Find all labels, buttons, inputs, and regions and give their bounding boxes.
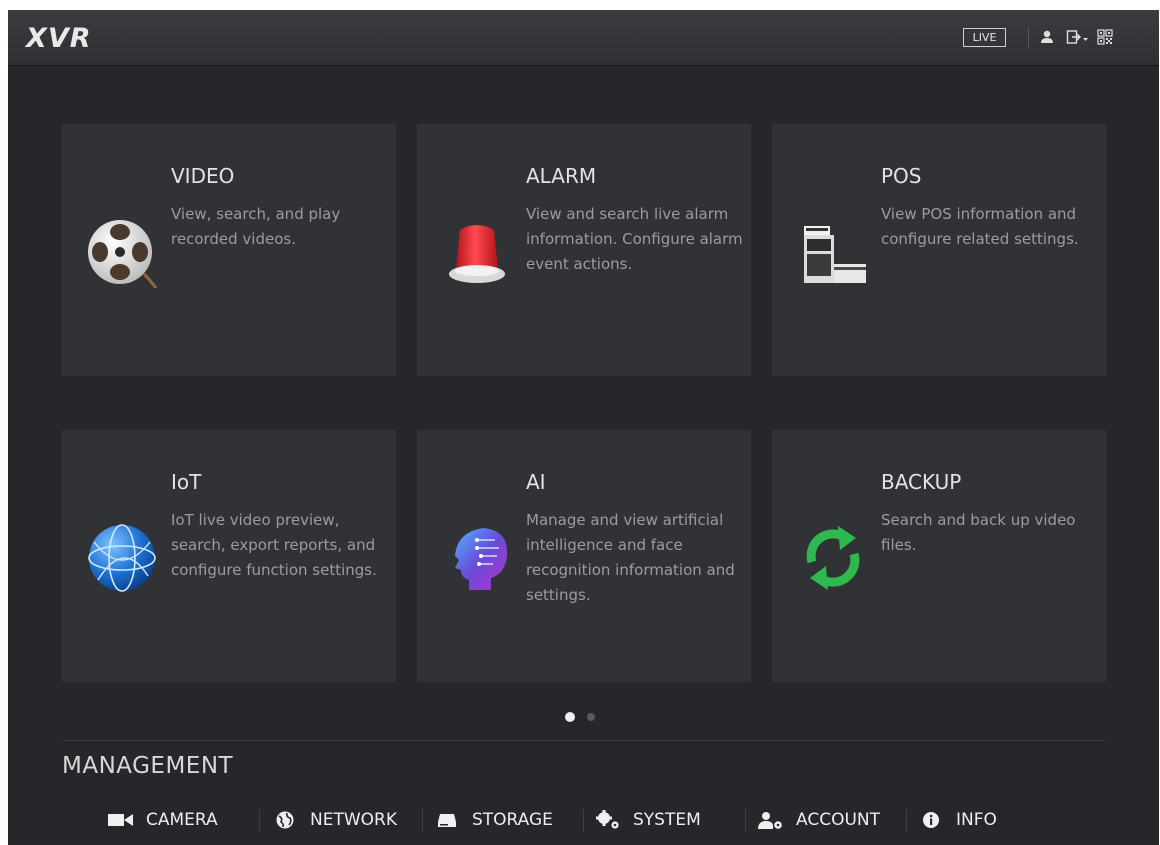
tile-iot[interactable]: IoT IoT live video preview, search, expo… (62, 430, 396, 682)
management-system[interactable]: SYSTEM (595, 807, 701, 833)
tile-description: Manage and view artificial intelligence … (526, 511, 735, 604)
gears-icon (595, 810, 621, 830)
management-label: STORAGE (472, 810, 553, 830)
live-button[interactable]: LIVE (963, 28, 1006, 47)
management-separator (259, 809, 260, 833)
network-globe-icon (272, 810, 298, 830)
tile-title: IoT (171, 470, 202, 494)
app-logo: XVR (26, 23, 92, 54)
user-settings-icon (758, 810, 784, 830)
camera-icon (108, 810, 134, 830)
management-info[interactable]: INFO (918, 807, 997, 833)
tile-description: Search and back up video files. (881, 511, 1076, 554)
management-separator (583, 809, 584, 833)
sync-arrows-icon (806, 526, 860, 590)
management-label: SYSTEM (633, 810, 701, 830)
tile-alarm[interactable]: ALARM View and search live alarm informa… (417, 124, 751, 376)
management-label: NETWORK (310, 810, 397, 830)
tile-description: View, search, and play recorded videos. (171, 205, 341, 248)
management-divider (62, 740, 1106, 741)
management-title: MANAGEMENT (62, 753, 234, 779)
management-label: CAMERA (146, 810, 218, 830)
user-icon[interactable] (1039, 29, 1055, 45)
film-reel-icon (88, 220, 158, 288)
tile-title: ALARM (526, 164, 597, 188)
page-dot-active[interactable] (565, 712, 575, 722)
hard-disk-icon (434, 810, 460, 830)
tile-description: View and search live alarm information. … (526, 205, 743, 273)
tile-title: POS (881, 164, 922, 188)
management-label: INFO (956, 810, 997, 830)
top-bar: XVR LIVE (8, 10, 1159, 66)
tile-pos[interactable]: POS View POS information and configure r… (772, 124, 1106, 376)
globe-icon (88, 524, 156, 592)
tile-title: VIDEO (171, 164, 235, 188)
management-storage[interactable]: STORAGE (434, 807, 553, 833)
management-label: ACCOUNT (796, 810, 880, 830)
alarm-siren-icon (449, 225, 505, 283)
page-dot[interactable] (587, 713, 595, 721)
ai-head-icon (455, 528, 508, 590)
management-separator (745, 809, 746, 833)
tile-video[interactable]: VIDEO View, search, and play recorded vi… (62, 124, 396, 376)
tile-title: AI (526, 470, 546, 494)
management-account[interactable]: ACCOUNT (758, 807, 880, 833)
qr-code-icon[interactable] (1097, 29, 1113, 45)
management-separator (906, 809, 907, 833)
tile-title: BACKUP (881, 470, 962, 494)
cash-register-icon (804, 226, 866, 283)
management-network[interactable]: NETWORK (272, 807, 397, 833)
tile-ai[interactable]: AI Manage and view artificial intelligen… (417, 430, 751, 682)
management-separator (422, 809, 423, 833)
management-camera[interactable]: CAMERA (108, 807, 218, 833)
main-menu-screen: XVR LIVE VIDEO View, search, and play re… (8, 10, 1159, 845)
logout-icon[interactable] (1066, 29, 1090, 45)
tile-description: View POS information and configure relat… (881, 205, 1079, 248)
tile-backup[interactable]: BACKUP Search and back up video files. (772, 430, 1106, 682)
tile-description: IoT live video preview, search, export r… (171, 511, 377, 579)
top-bar-divider (1028, 27, 1029, 49)
info-icon (918, 810, 944, 830)
